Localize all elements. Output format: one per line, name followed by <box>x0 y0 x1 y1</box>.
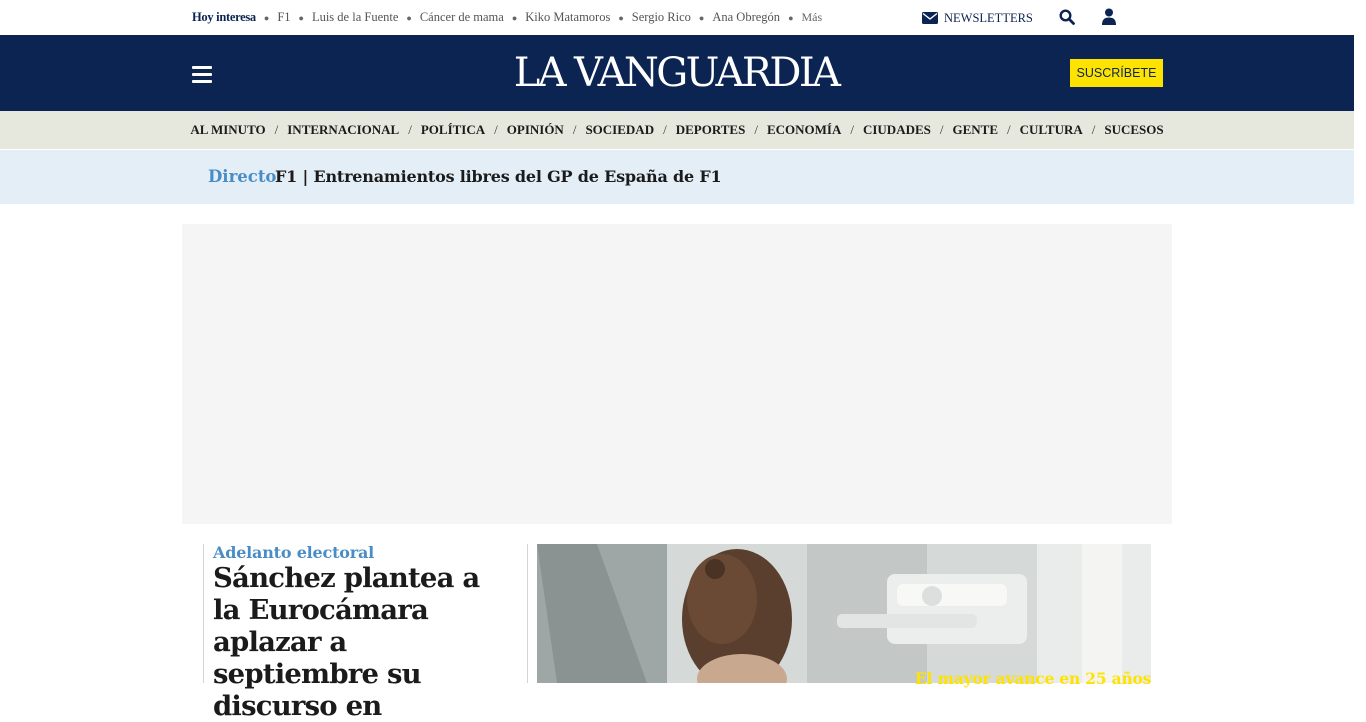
story-kicker[interactable]: Adelanto electoral <box>213 543 374 562</box>
nav-item-deportes[interactable]: DEPORTES <box>676 122 746 138</box>
bullet-separator: ● <box>511 12 518 23</box>
nav-item-politica[interactable]: POLÍTICA <box>421 122 485 138</box>
newsletters-label: NEWSLETTERS <box>944 10 1033 25</box>
envelope-icon <box>922 12 938 24</box>
nav-item-sociedad[interactable]: SOCIEDAD <box>585 122 654 138</box>
trending-topics: Hoy interesa ● F1 ● Luis de la Fuente ● … <box>192 0 822 35</box>
hamburger-bar <box>192 66 212 69</box>
nav-separator: / <box>939 122 944 137</box>
nav-item-sucesos[interactable]: SUCESOS <box>1104 122 1163 138</box>
hamburger-icon[interactable] <box>192 66 212 84</box>
trend-link[interactable]: Ana Obregón <box>712 10 780 25</box>
nav-item-ciudades[interactable]: CIUDADES <box>863 122 931 138</box>
story-headline[interactable]: Sánchez plantea a la Eurocámara aplazar … <box>213 562 513 722</box>
nav-item-gente[interactable]: GENTE <box>953 122 999 138</box>
photo-caption: El mayor avance en 25 años <box>915 669 1152 688</box>
nav-separator: / <box>1007 122 1011 137</box>
trend-link[interactable]: Sergio Rico <box>632 10 691 25</box>
nav-separator: / <box>494 122 498 137</box>
bullet-separator: ● <box>618 12 624 23</box>
trend-link[interactable]: Cáncer de mama <box>420 10 504 25</box>
nav-separator: / <box>408 122 412 137</box>
nav-separator: / <box>572 122 577 137</box>
bullet-separator: ● <box>298 12 304 23</box>
trends-more-link[interactable]: Más <box>802 10 823 25</box>
subscribe-button[interactable]: SUSCRÍBETE <box>1070 59 1163 87</box>
nav-item-internacional[interactable]: INTERNACIONAL <box>287 122 399 138</box>
nav-separator: / <box>850 122 854 137</box>
bullet-separator: ● <box>788 12 794 23</box>
bullet-separator: ● <box>698 12 705 23</box>
hamburger-bar <box>192 80 212 83</box>
trend-link[interactable]: F1 <box>277 10 290 25</box>
search-icon[interactable] <box>1059 9 1075 25</box>
trending-label: Hoy interesa <box>192 10 256 24</box>
hamburger-bar <box>192 73 212 76</box>
user-icon[interactable] <box>1102 8 1116 25</box>
column-divider <box>203 544 204 683</box>
nav-item-cultura[interactable]: CULTURA <box>1020 122 1083 138</box>
newsletters-link[interactable]: NEWSLETTERS <box>922 9 1033 27</box>
nav-separator: / <box>663 122 667 137</box>
column-divider <box>527 544 528 683</box>
bullet-separator: ● <box>263 12 270 23</box>
trend-link[interactable]: Kiko Matamoros <box>525 10 610 25</box>
site-logo[interactable]: LA VANGUARDIA <box>505 51 847 95</box>
nav-separator: / <box>274 122 279 137</box>
nav-item-al-minuto[interactable]: AL MINUTO <box>190 122 265 138</box>
section-nav: AL MINUTO / INTERNACIONAL / POLÍTICA / O… <box>0 111 1354 149</box>
bullet-separator: ● <box>406 12 412 23</box>
trend-link[interactable]: Luis de la Fuente <box>312 10 398 25</box>
nav-item-opinion[interactable]: OPINIÓN <box>507 122 564 138</box>
mammography-photo-illustration <box>537 544 1151 683</box>
ad-placeholder <box>182 224 1172 524</box>
nav-separator: / <box>754 122 758 137</box>
nav-separator: / <box>1091 122 1096 137</box>
live-headline[interactable]: F1 | Entrenamientos libres del GP de Esp… <box>275 167 722 186</box>
nav-item-economia[interactable]: ECONOMÍA <box>767 122 841 138</box>
live-tag: Directo <box>208 167 277 186</box>
story-photo[interactable] <box>537 544 1151 683</box>
